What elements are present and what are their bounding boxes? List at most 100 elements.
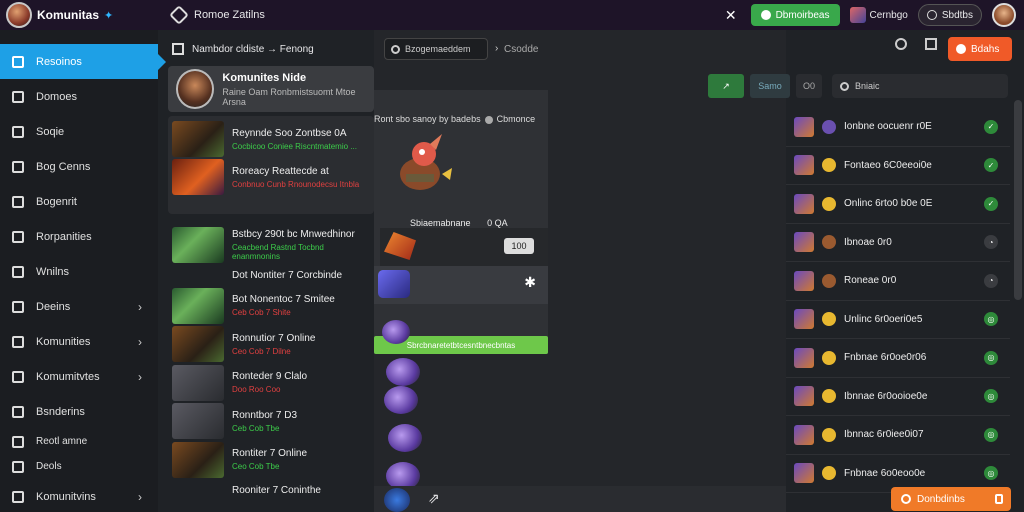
list-item[interactable]: Ronntbor 7 D3 Ceb Cob Tbe [168,402,374,441]
status-pill[interactable]: Sbdtbs [917,4,982,26]
list-item[interactable]: Rontiter 7 Online Ceo Cob Tbe [168,441,374,480]
close-icon[interactable]: ✕ [725,7,737,24]
emoji-icon [822,273,836,288]
popup-row[interactable]: ✱ [374,266,548,304]
scrollbar[interactable] [1014,100,1022,300]
sidebar-item-communities[interactable]: Komunities › [0,324,158,359]
sparkle-icon[interactable]: ✱ [524,274,536,291]
sidebar-item-label: Domoes [36,90,77,103]
sidebar-item-home[interactable]: Resoinos [0,44,166,79]
table-row[interactable]: Roneae 0r0 ◔ [786,262,1010,301]
sidebar-item-friends[interactable]: Bog Cenns [0,149,158,184]
list-item-title: Reynnde Soo Zontbse 0A [232,127,347,139]
list-item[interactable]: Rooniter 7 Coninthe [168,479,374,501]
sidebar-item-recent[interactable]: Reotl amne [0,429,158,454]
popup-header-secondary: Cbmonce [496,114,536,124]
sidebar-item-bundles[interactable]: Bsnderins [0,394,158,429]
list-item[interactable]: Roreacy Reattecde at Conbnuo Cunb Rnounod… [168,158,374,196]
filter-green-button[interactable]: ↗ [708,74,744,98]
sidebar-item-label: Deols [36,461,62,472]
sidebar-item-settings[interactable]: Bogenrit [0,184,158,219]
sidebar-item-community-more[interactable]: Komumitvtes › [0,359,158,394]
list-item[interactable]: Dot Nontiter 7 Corcbinde [168,265,374,287]
filter-small-button[interactable]: O0 [796,74,822,98]
table-row[interactable]: Fontaeo 6C0eeoi0e ✓ [786,147,1010,185]
download-label: Donbdinbs [917,493,965,505]
table-row[interactable]: Ionbne oocuenr r0E ✓ [786,108,1010,147]
orange-action-button[interactable]: Bdahs [948,37,1012,61]
sidebar-item-community-list[interactable]: Komunitvins › [0,479,158,512]
list-item[interactable]: Ronteder 9 Clalo Doo Roo Coo [168,364,374,403]
chevron-right-icon: › [138,369,142,384]
verified-icon: ✦ [104,9,114,22]
row-name: Ibnnae 6r0ooioe0e [844,390,928,402]
popup-row[interactable]: 100 [380,228,548,266]
gamepad-icon [12,90,24,103]
green-action-button[interactable]: Dbmoirbeas [750,4,840,26]
share-icon [12,370,24,383]
chevron-right-icon: › [138,334,142,349]
right-search-input[interactable]: Bniaic [832,74,1008,98]
emoji-icon [822,389,836,404]
wallet-icon [12,265,24,278]
top-bar: Komunitas ✦ Romoe Zatilns ✕ Dbmoirbeas C… [0,0,1024,30]
sidebar-item-label: Wnilns [36,265,70,278]
wrench-icon [12,460,24,473]
green-action-label: Dbmoirbeas [775,9,830,21]
filter-dark-button[interactable]: Samo [750,74,790,98]
box-icon [12,405,24,418]
search-icon[interactable] [895,38,907,50]
list-item[interactable]: Reynnde Soo Zontbse 0A Cocbicoo Coniee Ri… [168,120,374,158]
window-title-text: Romoe Zatilns [194,9,265,21]
list-item-title: Rontiter 7 Online [232,448,308,460]
row-name: Ibnoae 0r0 [844,236,892,248]
status-icon: ◔ [984,235,998,250]
table-row[interactable]: Ibnnae 6r0ooioe0e ◎ [786,378,1010,416]
sidebar-item-reports[interactable]: Rorpanities [0,219,158,254]
table-row[interactable]: Ibnoae 0r0 ◔ [786,224,1010,262]
center-search-input[interactable]: Bzogemaeddem [384,38,488,60]
list-item[interactable]: Ronnutior 7 Online Ceo Cob 7 Dilne [168,325,374,364]
status-icon: ✓ [984,196,998,211]
download-button[interactable]: Donbdinbs [891,487,1011,511]
tab-code[interactable]: Csodde [504,44,538,55]
list-item[interactable]: Bstbcy 290t bc Mnwedhinor Ceacbend Rastnd… [168,226,374,265]
table-row[interactable]: Unlinc 6r0oeri0e5 ◎ [786,301,1010,339]
share-icon[interactable]: ⇗ [428,490,440,507]
sidebar-item-wallet[interactable]: Wnilns [0,254,158,289]
list-item-subtitle: Ceb Cob Tbe [232,423,280,433]
emoji-icon [822,350,836,365]
game-icon [794,155,814,176]
game-icon [794,386,814,407]
list-item-title: Ronnutior 7 Online [232,332,316,344]
game-list: Bstbcy 290t bc Mnwedhinor Ceacbend Rastnd… [168,226,374,501]
window-icon[interactable] [925,38,937,50]
list-item-title: Bot Nonentoc 7 Smitee [232,294,335,306]
friend-list: Komunites Nide Raine Oam Ronbmistsuomt M… [168,66,374,501]
orange-action-label: Bdahs [971,43,1000,55]
gear-icon [12,195,24,208]
user-avatar[interactable] [992,3,1016,27]
table-row[interactable]: Onlinc 6rto0 b0e 0E ✓ [786,185,1010,224]
sidebar-item-tools[interactable]: Deols [0,454,158,479]
sidebar-item-store[interactable]: Soqie [0,114,158,149]
account-switcher[interactable]: Cernbgo [849,7,908,23]
sidebar-item-games[interactable]: Domoes [0,79,158,114]
sidebar-item-deals[interactable]: Deeins › [0,289,158,324]
row-name: Fontaeo 6C0eeoi0e [844,159,932,171]
dot-icon [484,115,493,124]
featured-card[interactable]: Komunites Nide Raine Oam Ronbmistsuomt M… [168,66,374,112]
list-item-title: Ronntbor 7 D3 [232,409,298,421]
sidebar-item-label: Komunities [36,335,91,348]
window-title: Romoe Zatilns [169,5,265,25]
list-item-title: Roreacy Reattecde at [232,165,329,177]
row-name: Onlinc 6rto0 b0e 0E [844,198,933,210]
list-item[interactable]: Bot Nonentoc 7 Smitee Ceb Cob 7 Shite [168,287,374,326]
table-row[interactable]: Fnbnae 6r0oe0r06 ◎ [786,339,1010,378]
lock-icon [995,494,1003,504]
list-item-subtitle: Ceacbend Rastnd Tocbnd enanmnonins [231,243,324,262]
document-icon [12,230,24,243]
popup-header-text: Ront sbo sanoy by badebs [374,114,481,124]
brand[interactable]: Komunitas ✦ [0,0,158,30]
table-row[interactable]: Ibnnac 6r0iee0i07 ◎ [786,416,1010,455]
